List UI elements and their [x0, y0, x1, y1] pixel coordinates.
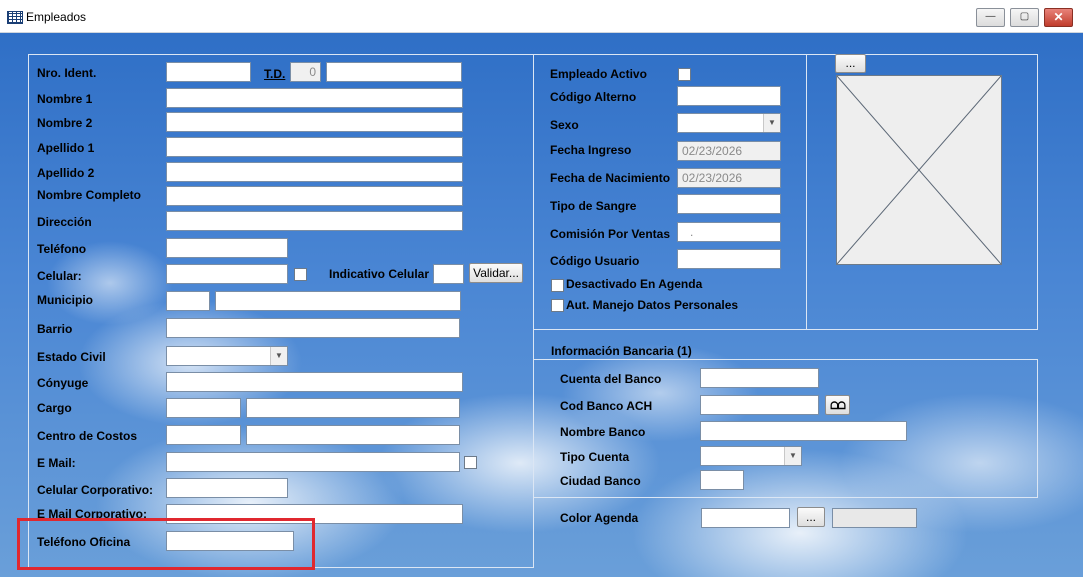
apellido2-label: Apellido 2	[37, 166, 95, 180]
fecha-ingreso-label: Fecha Ingreso	[550, 143, 632, 157]
celular-input[interactable]	[166, 264, 288, 284]
highlight-box	[17, 518, 315, 570]
chevron-down-icon[interactable]: ▼	[784, 447, 801, 465]
apellido1-input[interactable]	[166, 137, 463, 157]
photo-placeholder-icon	[837, 76, 1001, 264]
email-input[interactable]	[166, 452, 460, 472]
estado-civil-select[interactable]: ▼	[166, 346, 288, 366]
tipo-cuenta-label: Tipo Cuenta	[560, 450, 630, 464]
fecha-nacimiento-label: Fecha de Nacimiento	[550, 171, 671, 185]
municipio-name-input[interactable]	[215, 291, 461, 311]
apellido2-input[interactable]	[166, 162, 463, 182]
desactivado-agenda-label: Desactivado En Agenda	[566, 277, 703, 291]
codigo-alterno-label: Código Alterno	[550, 90, 637, 104]
window-title: Empleados	[26, 10, 87, 24]
codigo-usuario-input[interactable]	[677, 249, 781, 269]
indicativo-celular-label: Indicativo Celular	[329, 267, 430, 281]
tipo-cuenta-select[interactable]: ▼	[700, 446, 802, 466]
color-agenda-browse-button[interactable]: ...	[797, 507, 825, 527]
validar-button[interactable]: Validar...	[469, 263, 523, 283]
color-agenda-label: Color Agenda	[560, 511, 639, 525]
ciudad-banco-input[interactable]	[700, 470, 744, 490]
maximize-button[interactable]: ▢	[1010, 8, 1039, 27]
nombre-completo-label: Nombre Completo	[37, 188, 142, 202]
barrio-label: Barrio	[37, 322, 73, 336]
ciudad-banco-label: Ciudad Banco	[560, 474, 641, 488]
cod-banco-input[interactable]	[700, 395, 819, 415]
conyuge-input[interactable]	[166, 372, 463, 392]
title-bar: Empleados — ▢ ✕	[0, 0, 1083, 33]
binoculars-icon: ᗝᗝ	[830, 401, 846, 412]
tipo-sangre-input[interactable]	[677, 194, 781, 214]
indicativo-celular-input[interactable]	[433, 264, 464, 284]
centro-costos-code-input[interactable]	[166, 425, 241, 445]
direccion-input[interactable]	[166, 211, 463, 231]
comision-ventas-label: Comisión Por Ventas	[550, 227, 671, 241]
td-input[interactable]: 0	[290, 62, 321, 82]
chevron-down-icon[interactable]: ▼	[763, 114, 780, 132]
sexo-label: Sexo	[550, 118, 579, 132]
table-icon	[7, 11, 23, 24]
aut-manejo-label: Aut. Manejo Datos Personales	[566, 298, 739, 312]
centro-costos-label: Centro de Costos	[37, 429, 138, 443]
email-label: E Mail:	[37, 456, 76, 470]
telefono-label: Teléfono	[37, 242, 87, 256]
email-checkbox[interactable]	[464, 456, 477, 469]
color-agenda-swatch	[832, 508, 917, 528]
fecha-ingreso-input[interactable]: 02/23/2026	[677, 141, 781, 161]
td-label[interactable]: T.D.	[264, 67, 285, 81]
direccion-label: Dirección	[37, 215, 92, 229]
photo-browse-button[interactable]: ...	[835, 54, 866, 73]
cargo-name-input[interactable]	[246, 398, 460, 418]
telefono-input[interactable]	[166, 238, 288, 258]
sexo-select[interactable]: ▼	[677, 113, 781, 133]
nombre-banco-label: Nombre Banco	[560, 425, 646, 439]
municipio-label: Municipio	[37, 293, 93, 307]
employee-photo[interactable]	[836, 75, 1002, 265]
codigo-usuario-label: Código Usuario	[550, 254, 640, 268]
celular-label: Celular:	[37, 269, 82, 283]
apellido1-label: Apellido 1	[37, 141, 95, 155]
close-button[interactable]: ✕	[1044, 8, 1073, 27]
fecha-nacimiento-input[interactable]: 02/23/2026	[677, 168, 781, 188]
nombre1-input[interactable]	[166, 88, 463, 108]
cuenta-banco-label: Cuenta del Banco	[560, 372, 662, 386]
nombre2-label: Nombre 2	[37, 116, 93, 130]
celular-checkbox[interactable]	[294, 268, 307, 281]
municipio-code-input[interactable]	[166, 291, 210, 311]
estado-civil-label: Estado Civil	[37, 350, 106, 364]
celular-corporativo-label: Celular Corporativo:	[37, 483, 154, 497]
comision-ventas-input[interactable]: .	[677, 222, 781, 242]
empleado-activo-checkbox[interactable]	[678, 68, 691, 81]
binoculars-search-button[interactable]: ᗝᗝ	[825, 395, 850, 415]
td-description-input[interactable]	[326, 62, 462, 82]
cuenta-banco-input[interactable]	[700, 368, 819, 388]
chevron-down-icon[interactable]: ▼	[270, 347, 287, 365]
nro-ident-input[interactable]	[166, 62, 251, 82]
conyuge-label: Cónyuge	[37, 376, 89, 390]
nombre1-label: Nombre 1	[37, 92, 93, 106]
celular-corporativo-input[interactable]	[166, 478, 288, 498]
nombre2-input[interactable]	[166, 112, 463, 132]
nombre-banco-input[interactable]	[700, 421, 907, 441]
aut-manejo-checkbox[interactable]	[551, 299, 564, 312]
nro-ident-label: Nro. Ident.	[37, 66, 97, 80]
cargo-label: Cargo	[37, 401, 72, 415]
minimize-button[interactable]: —	[976, 8, 1005, 27]
cargo-code-input[interactable]	[166, 398, 241, 418]
empleado-activo-label: Empleado Activo	[550, 67, 647, 81]
bank-info-title: Información Bancaria (1)	[551, 344, 692, 358]
barrio-input[interactable]	[166, 318, 460, 338]
nombre-completo-input[interactable]	[166, 186, 463, 206]
tipo-sangre-label: Tipo de Sangre	[550, 199, 637, 213]
desactivado-agenda-checkbox[interactable]	[551, 279, 564, 292]
color-agenda-input[interactable]	[701, 508, 790, 528]
codigo-alterno-input[interactable]	[677, 86, 781, 106]
cod-banco-label: Cod Banco ACH	[560, 399, 653, 413]
centro-costos-name-input[interactable]	[246, 425, 460, 445]
